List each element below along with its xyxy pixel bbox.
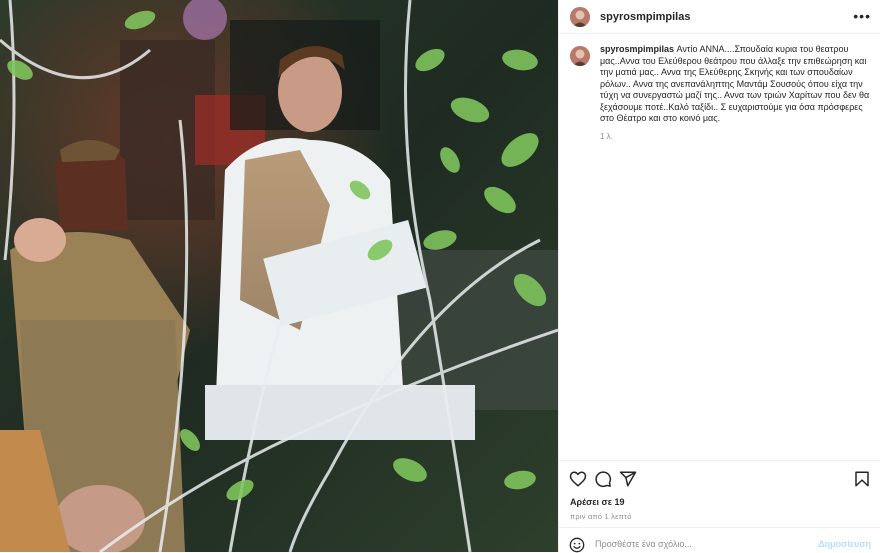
caption-username[interactable]: spyrosmpimpilas (600, 44, 674, 54)
instagram-post: spyrosmpimpilas ••• spyrosmpimpilas Αντί… (0, 0, 880, 553)
author-avatar[interactable] (570, 6, 590, 27)
caption-age: 1 λ. (600, 131, 613, 141)
post-details-pane: spyrosmpimpilas ••• spyrosmpimpilas Αντί… (558, 0, 880, 553)
post-time[interactable]: πριν από 1 λεπτό (570, 512, 632, 521)
caption-body: spyrosmpimpilas Αντίο ΑΝΝΑ....Σπουδαία κ… (600, 44, 870, 142)
caption-text: Αντίο ΑΝΝΑ....Σπουδαία κυρια του θεατρου… (600, 44, 870, 123)
post-actions-section: Αρέσει σε 19 πριν από 1 λεπτό (559, 460, 880, 526)
post-comment-button[interactable]: Δημοσίευση (818, 539, 871, 549)
comment-icon[interactable] (594, 470, 612, 488)
bookmark-icon[interactable] (853, 470, 871, 488)
likes-count[interactable]: Αρέσει σε 19 (570, 497, 625, 507)
avatar-image (570, 46, 590, 66)
tv-still-image (0, 0, 558, 552)
caption-comment: spyrosmpimpilas Αντίο ΑΝΝΑ....Σπουδαία κ… (570, 44, 870, 142)
post-photo[interactable] (0, 0, 558, 552)
post-header: spyrosmpimpilas ••• (559, 0, 880, 34)
avatar-image (570, 6, 590, 27)
action-bar (569, 470, 871, 490)
emoji-icon[interactable] (569, 537, 585, 553)
caption-author-avatar[interactable] (570, 46, 590, 66)
add-comment-bar: Δημοσίευση (559, 527, 880, 553)
author-username[interactable]: spyrosmpimpilas (600, 11, 690, 23)
more-horizontal-icon[interactable]: ••• (853, 9, 871, 23)
send-icon[interactable] (619, 470, 637, 488)
comment-input[interactable] (595, 536, 805, 552)
heart-icon[interactable] (569, 470, 587, 488)
